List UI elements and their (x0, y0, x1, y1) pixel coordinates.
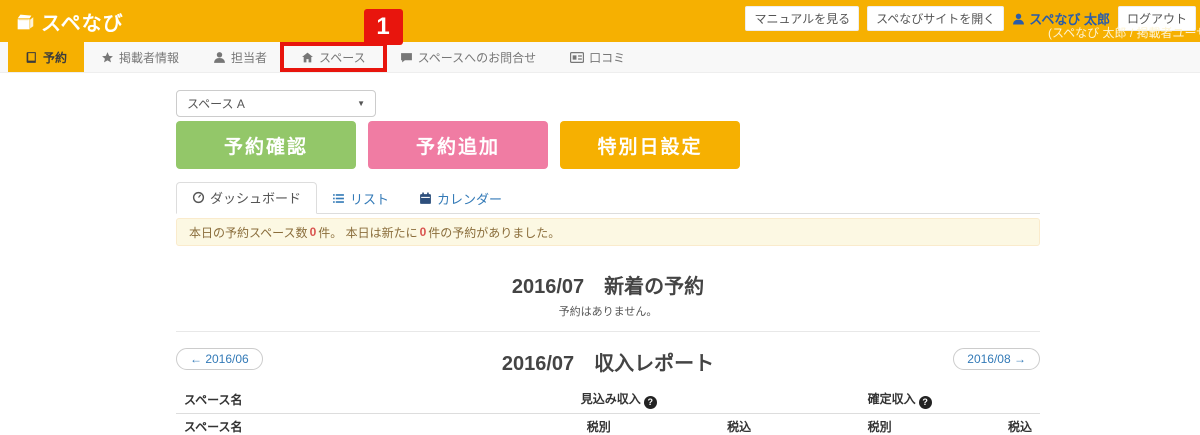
page: スペなび マニュアルを見る スペなびサイトを開く スペなび 太郎 ログアウト (… (0, 0, 1200, 435)
no-reservations-message: 予約はありません。 (558, 306, 658, 318)
dashboard-icon (192, 191, 205, 204)
manual-button[interactable]: マニュアルを見る (745, 6, 860, 31)
column-header-confirmed-income: 確定収入? (759, 386, 1040, 414)
tab-calendar[interactable]: カレンダー (404, 184, 517, 214)
box-logo-icon (17, 14, 34, 29)
column-header-tax-included: 税込 (618, 413, 760, 435)
tab-dashboard[interactable]: ダッシュボード (176, 182, 318, 214)
today-new-count: 0 (419, 225, 427, 239)
special-day-settings-button[interactable]: 特別日設定 (560, 121, 740, 169)
table-header-row-tax: スペース名 税別 税込 税別 税込 (176, 413, 1040, 435)
review-icon (570, 51, 585, 63)
calendar-icon (420, 192, 431, 204)
nav-tab-label: 予約 (43, 50, 68, 65)
nav-tab-reviews[interactable]: 口コミ (553, 42, 642, 72)
table-header-row-groups: スペース名 見込み収入? 確定収入? (176, 386, 1040, 414)
view-tabs: ダッシュボード リスト カレンダー (176, 182, 1040, 214)
income-report-title: 2016/07 収入レポート (501, 353, 715, 375)
alert-text: 件。 本日は新たに (318, 225, 418, 240)
reservation-confirm-button[interactable]: 予約確認 (176, 121, 356, 169)
book-icon (26, 51, 36, 63)
today-space-count: 0 (309, 225, 317, 239)
main-nav: 予約 掲載者情報 担当者 スペース 1 スペースへのお問合せ 口コミ (0, 9, 1200, 73)
alert-text: 件の予約がありました。 (428, 225, 561, 240)
app-logo[interactable]: スペなび (14, 7, 124, 36)
nav-tab-space[interactable]: スペース 1 (280, 9, 403, 72)
nav-tab-label: スペースへのお問合せ (417, 50, 537, 65)
user-icon (1013, 13, 1025, 25)
comment-icon (400, 52, 412, 62)
nav-tab-space-inquiry[interactable]: スペースへのお問合せ (383, 42, 554, 72)
new-reservations-title: 2016/07 新着の予約 (511, 276, 705, 298)
action-buttons: 予約確認 予約追加 特別日設定 (176, 121, 740, 169)
star-icon (102, 51, 113, 62)
help-icon[interactable]: ? (643, 395, 657, 409)
column-header-label: 確定収入 (867, 392, 916, 406)
column-header-tax-included: 税込 (899, 413, 1040, 435)
nav-tab-label: 口コミ (589, 50, 626, 65)
nav-tab-reservations[interactable]: 予約 (8, 42, 85, 72)
tab-label: カレンダー (437, 192, 503, 207)
column-header-space-name: スペース名 (176, 386, 479, 414)
user-role-subtext: (スペなび 太郎 / 掲載者ユーザー) (1048, 26, 1200, 40)
column-header-tax-excluded: 税別 (478, 413, 619, 435)
next-month-button[interactable]: 2016/08 → (953, 348, 1040, 370)
annotation-badge: 1 (363, 9, 403, 45)
column-header-space-name: スペース名 (176, 413, 479, 435)
chevron-down-icon: ▼ (357, 99, 365, 108)
tab-label: リスト (350, 192, 390, 207)
space-select-value: スペース A (187, 97, 245, 111)
column-header-expected-income: 見込み収入? (478, 386, 760, 414)
tab-list[interactable]: リスト (317, 184, 404, 214)
nav-tab-publisher-info[interactable]: 掲載者情報 (84, 42, 196, 72)
tab-label: ダッシュボード (210, 191, 302, 206)
reservation-add-button[interactable]: 予約追加 (368, 121, 548, 169)
nav-tab-label: スペース (319, 50, 366, 65)
alert-text: 本日の予約スペース数 (189, 225, 308, 240)
top-header: スペなび マニュアルを見る スペなびサイトを開く スペなび 太郎 ログアウト (… (0, 0, 1200, 42)
income-report-table: スペース名 見込み収入? 確定収入? スペース名 税別 税込 税別 税込 スペー… (176, 386, 1040, 435)
help-icon[interactable]: ? (918, 395, 932, 409)
column-header-tax-excluded: 税別 (759, 413, 900, 435)
list-icon (333, 194, 344, 203)
nav-tab-label: 担当者 (231, 50, 268, 65)
home-icon (302, 52, 313, 62)
app-title: スペなび (41, 13, 124, 35)
space-select[interactable]: スペース A ▼ (176, 90, 376, 117)
open-site-button[interactable]: スペなびサイトを開く (867, 6, 1005, 31)
person-icon (214, 51, 225, 63)
column-header-label: 見込み収入 (580, 392, 641, 406)
nav-tab-staff[interactable]: 担当者 (196, 42, 284, 72)
prev-month-button[interactable]: ← 2016/06 (176, 348, 263, 370)
section-divider (176, 331, 1040, 332)
nav-tab-label: 掲載者情報 (119, 50, 180, 65)
today-summary-alert: 本日の予約スペース数 0 件。 本日は新たに 0 件の予約がありました。 (176, 218, 1040, 246)
